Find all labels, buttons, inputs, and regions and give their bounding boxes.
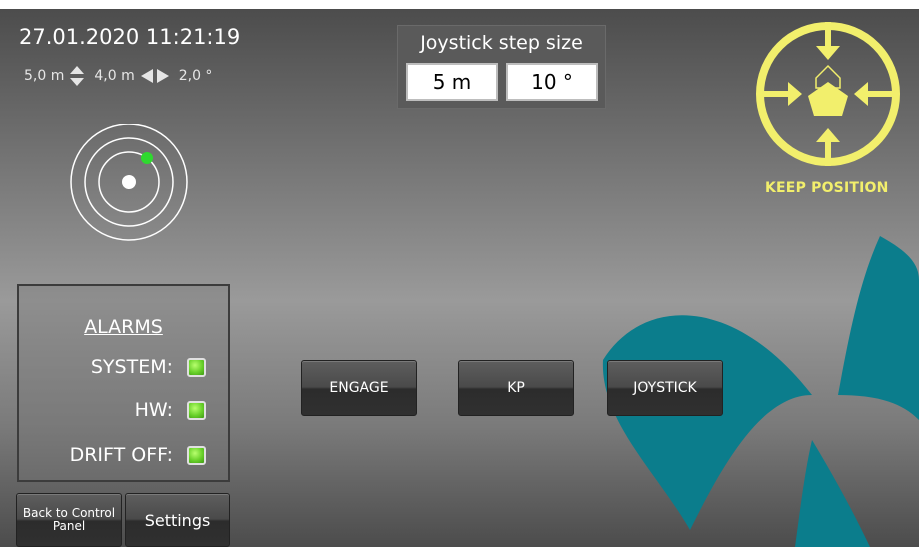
joystick-step-panel: Joystick step size 5 m 10 ° <box>397 25 606 109</box>
left-right-arrows-icon <box>140 69 169 83</box>
date-time: 27.01.2020 11:21:19 <box>19 25 241 49</box>
surge-readout: 5,0 m <box>24 68 65 84</box>
joystick-button[interactable]: JOYSTICK <box>607 360 723 416</box>
step-angle-field[interactable]: 10 ° <box>506 63 598 101</box>
alarm-label: HW: <box>134 399 173 421</box>
alarms-title: ALARMS <box>84 316 163 338</box>
joystick-step-title: Joystick step size <box>420 32 583 54</box>
up-down-arrows-icon <box>70 66 85 86</box>
alarm-row-system: SYSTEM: <box>91 356 206 378</box>
sway-readout: 4,0 m <box>94 68 135 84</box>
status-led-icon <box>187 357 206 377</box>
kp-button[interactable]: KP <box>458 360 574 416</box>
status-led-icon <box>187 400 206 420</box>
heading-readout: 2,0 ° <box>178 68 213 84</box>
alarm-row-drift-off: DRIFT OFF: <box>70 444 206 466</box>
engage-button[interactable]: ENGAGE <box>301 360 417 416</box>
radar-plot <box>70 124 188 241</box>
back-to-control-panel-button[interactable]: Back to Control Panel <box>16 493 122 547</box>
settings-button[interactable]: Settings <box>125 493 230 547</box>
alarms-panel: ALARMS SYSTEM: HW: DRIFT OFF: <box>17 284 230 482</box>
alarm-label: DRIFT OFF: <box>69 444 173 466</box>
alarm-label: SYSTEM: <box>90 356 173 378</box>
keep-position-icon <box>756 22 900 166</box>
alarm-row-hw: HW: <box>135 399 206 421</box>
keep-position-label: KEEP POSITION <box>765 180 889 196</box>
step-distance-field[interactable]: 5 m <box>406 63 498 101</box>
status-led-icon <box>187 445 206 465</box>
position-readouts: 5,0 m 4,0 m 2,0 ° <box>24 66 218 86</box>
